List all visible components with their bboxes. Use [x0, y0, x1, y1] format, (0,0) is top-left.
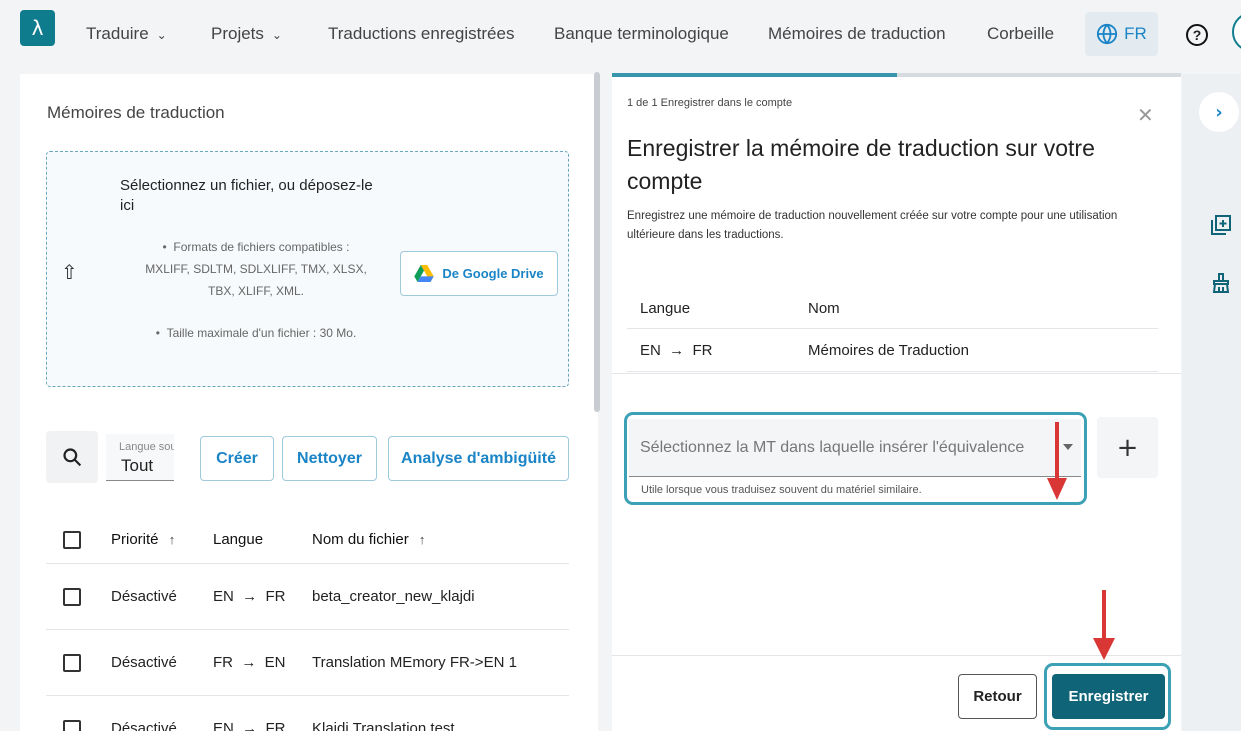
language-code: FR — [1124, 24, 1147, 43]
translation-memories-panel: Mémoires de traduction Sélectionnez un f… — [20, 74, 598, 731]
row-priority: Désactivé — [111, 588, 177, 605]
table-row[interactable]: Désactivé EN → FR Klajdi Translation tes… — [46, 696, 569, 731]
nav-translate[interactable]: Traduire ⌄ — [86, 24, 167, 44]
table-row[interactable]: Désactivé EN → FR beta_creator_new_klajd… — [46, 564, 569, 630]
row-filename: Klajdi Translation test — [312, 720, 455, 731]
chevron-down-icon: ⌄ — [271, 28, 282, 42]
add-memory-button[interactable]: + — [1097, 417, 1158, 478]
header-name: Nom — [808, 300, 840, 317]
header-language: Langue — [213, 531, 264, 548]
highlight-select-annotation — [624, 412, 1087, 505]
close-icon[interactable]: ✕ — [1137, 103, 1154, 127]
highlight-save-annotation — [1044, 663, 1171, 730]
ambiguity-analysis-button[interactable]: Analyse d'ambigüité — [388, 436, 569, 481]
search-button[interactable] — [46, 431, 98, 483]
dropzone-formats: • Formats de fichiers compatibles : MXLI… — [145, 240, 367, 298]
step-progress-bar — [612, 73, 1181, 77]
nav-trash[interactable]: Corbeille — [987, 24, 1054, 44]
row-priority: Désactivé — [111, 720, 177, 731]
row-language: EN → FR — [213, 720, 286, 731]
step-indicator: 1 de 1 Enregistrer dans le compte — [627, 97, 793, 109]
nav-translation-memories[interactable]: Mémoires de traduction — [768, 24, 946, 44]
clean-button[interactable]: Nettoyer — [282, 436, 377, 481]
row-language: EN → FR — [640, 342, 713, 359]
row-checkbox[interactable] — [63, 588, 81, 606]
memories-table: Priorité ↑ Langue Nom du fichier ↑ Désac… — [46, 514, 569, 731]
row-name: Mémoires de Traduction — [808, 342, 969, 359]
row-filename: beta_creator_new_klajdi — [312, 588, 475, 605]
table-row[interactable]: Désactivé FR → EN Translation MEmory FR-… — [46, 630, 569, 696]
page-title: Mémoires de traduction — [47, 103, 225, 122]
chevron-right-icon[interactable]: › — [1199, 92, 1239, 132]
search-icon — [63, 448, 82, 467]
google-drive-icon — [414, 265, 435, 282]
globe-icon — [1097, 23, 1118, 45]
cleaning-brush-icon[interactable] — [1211, 273, 1231, 293]
right-sidebar: › — [1182, 74, 1241, 731]
avatar[interactable] — [1232, 12, 1241, 52]
nav-projects[interactable]: Projets ⌄ — [211, 24, 282, 44]
header-filename[interactable]: Nom du fichier ↑ — [312, 531, 425, 548]
arrow-up-icon: ↑ — [168, 532, 176, 547]
upload-icon: ⇧ — [61, 260, 78, 284]
row-priority: Désactivé — [111, 654, 177, 671]
table-header: Langue Nom — [627, 287, 1158, 329]
add-box-icon[interactable] — [1211, 215, 1231, 235]
row-language: EN → FR — [213, 588, 286, 605]
annotation-arrow — [1047, 422, 1067, 500]
help-icon[interactable]: ? — [1186, 24, 1208, 46]
table-header: Priorité ↑ Langue Nom du fichier ↑ — [46, 514, 569, 564]
dropzone-title: Sélectionnez un fichier, ou déposez-le i… — [120, 177, 373, 214]
memory-summary-table: Langue Nom EN → FR Mémoires de Traductio… — [627, 287, 1158, 372]
annotation-arrow — [1093, 590, 1115, 660]
table-row: EN → FR Mémoires de Traduction — [627, 329, 1158, 372]
top-navigation: λ Traduire ⌄ Projets ⌄ Traductions enregis… — [0, 0, 1241, 70]
panel-scrollbar[interactable] — [594, 72, 600, 412]
row-checkbox[interactable] — [63, 720, 81, 731]
divider — [612, 373, 1181, 374]
header-priority[interactable]: Priorité ↑ — [111, 531, 175, 548]
dialog-description: Enregistrez une mémoire de traduction no… — [627, 210, 1118, 241]
row-checkbox[interactable] — [63, 654, 81, 672]
nav-saved-translations[interactable]: Traductions enregistrées — [328, 24, 514, 44]
arrow-up-icon: ↑ — [418, 532, 426, 547]
dropzone-max-size: • Taille maximale d'un fichier : 30 Mo. — [155, 326, 357, 340]
file-dropzone[interactable]: Sélectionnez un fichier, ou déposez-le i… — [46, 151, 569, 387]
select-all-checkbox[interactable] — [63, 531, 81, 549]
row-language: FR → EN — [213, 654, 286, 671]
nav-term-bank[interactable]: Banque terminologique — [554, 24, 729, 44]
back-button[interactable]: Retour — [958, 674, 1037, 719]
google-drive-button[interactable]: De Google Drive — [400, 251, 558, 296]
chevron-down-icon: ⌄ — [156, 28, 167, 42]
header-language: Langue — [640, 300, 691, 317]
create-button[interactable]: Créer — [200, 436, 274, 481]
source-language-filter[interactable]: Langue source Tout — [106, 434, 174, 481]
language-switcher[interactable]: FR — [1085, 12, 1158, 56]
dialog-title: Enregistrer la mémoire de traduction sur… — [627, 135, 1095, 194]
row-filename: Translation MEmory FR->EN 1 — [312, 654, 517, 671]
app-logo[interactable]: λ — [20, 10, 55, 46]
